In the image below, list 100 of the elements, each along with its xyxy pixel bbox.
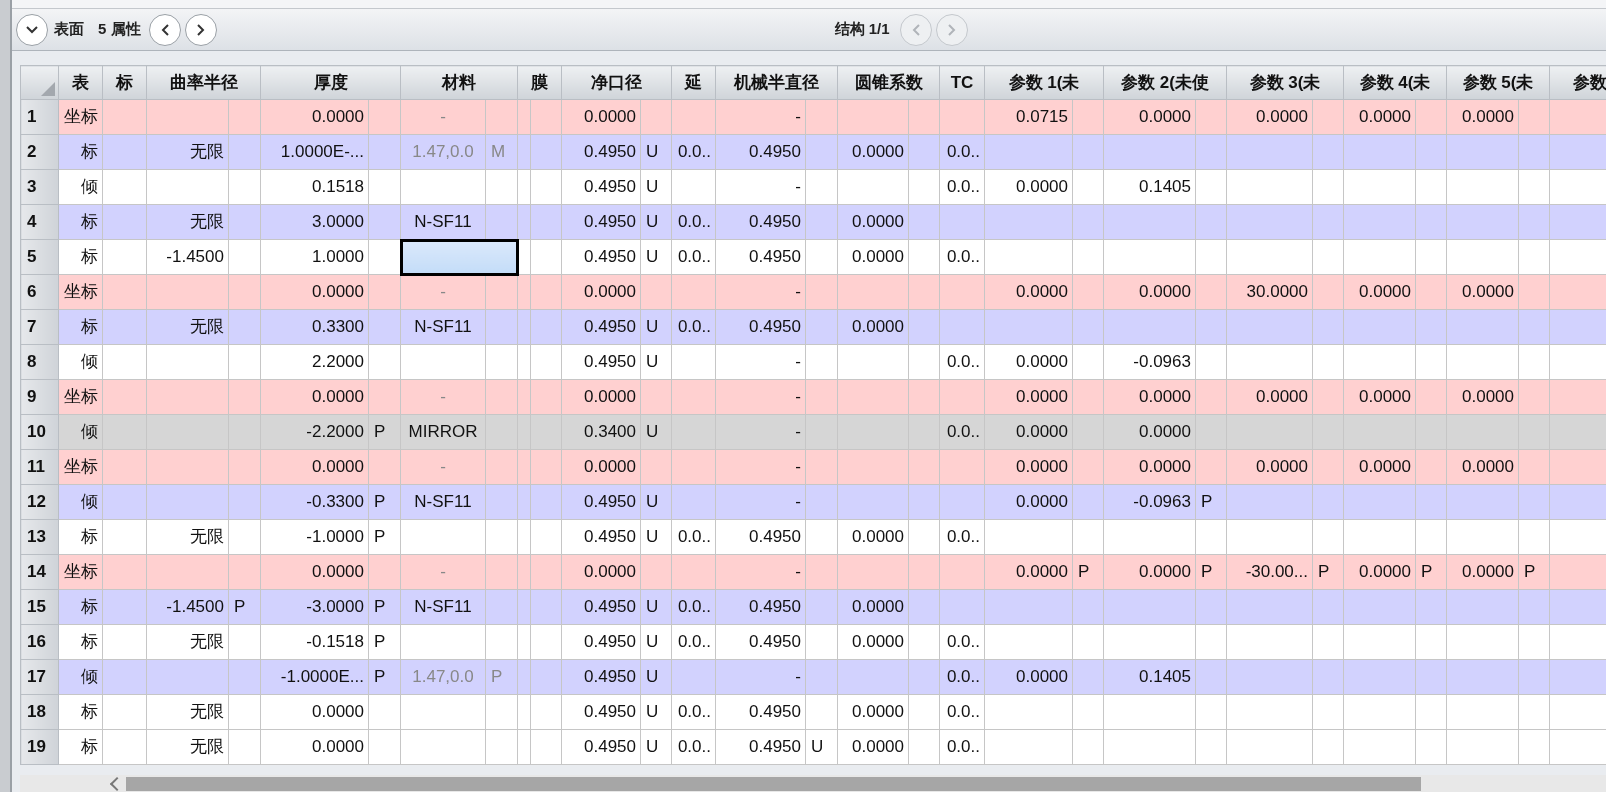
- table-cell[interactable]: 0.0000: [260, 449, 369, 485]
- solve-type-cell[interactable]: P: [228, 589, 261, 625]
- row-number[interactable]: 5: [20, 239, 59, 275]
- solve-type-cell[interactable]: U: [640, 414, 672, 450]
- table-cell[interactable]: 0.0000: [260, 274, 369, 310]
- table-cell[interactable]: 0.0..: [671, 134, 716, 170]
- table-cell[interactable]: 0.4950: [561, 659, 641, 695]
- table-cell[interactable]: 0.0000: [984, 169, 1073, 205]
- table-cell[interactable]: 0.0..: [939, 624, 985, 660]
- row-number[interactable]: 11: [20, 449, 59, 485]
- table-cell[interactable]: 倾: [58, 344, 103, 380]
- table-cell[interactable]: 标: [58, 239, 103, 275]
- table-cell[interactable]: 0.0..: [671, 204, 716, 240]
- table-cell[interactable]: -: [715, 449, 806, 485]
- column-header[interactable]: 参数 3(未: [1226, 65, 1344, 100]
- row-number[interactable]: 7: [20, 309, 59, 345]
- column-header[interactable]: 曲率半径: [146, 65, 261, 100]
- column-header[interactable]: 机械半直径: [715, 65, 838, 100]
- row-number[interactable]: 6: [20, 274, 59, 310]
- solve-type-cell[interactable]: P: [1415, 554, 1447, 590]
- table-cell[interactable]: 0.4950: [561, 239, 641, 275]
- table-cell[interactable]: -1.4500: [146, 589, 229, 625]
- table-cell[interactable]: 0.4950: [715, 519, 806, 555]
- table-cell[interactable]: -: [715, 274, 806, 310]
- row-number[interactable]: 3: [20, 169, 59, 205]
- table-cell[interactable]: -30.00...: [1226, 554, 1313, 590]
- row-number[interactable]: 2: [20, 134, 59, 170]
- table-cell[interactable]: 0.0000: [837, 589, 909, 625]
- row-number[interactable]: 1: [20, 99, 59, 135]
- table-cell[interactable]: -: [715, 99, 806, 135]
- table-cell[interactable]: 0.0000: [561, 554, 641, 590]
- row-number[interactable]: 10: [20, 414, 59, 450]
- table-cell[interactable]: 0.0..: [671, 589, 716, 625]
- table-cell[interactable]: 0.0000: [1446, 554, 1519, 590]
- column-header[interactable]: 厚度: [260, 65, 401, 100]
- table-cell[interactable]: 0.0000: [260, 99, 369, 135]
- table-cell[interactable]: 0.0..: [939, 659, 985, 695]
- solve-type-cell[interactable]: P: [368, 414, 401, 450]
- table-cell[interactable]: 0.0..: [939, 519, 985, 555]
- table-cell[interactable]: 0.0000: [1226, 449, 1313, 485]
- table-cell[interactable]: 0.0..: [939, 134, 985, 170]
- table-cell[interactable]: 0.0000: [260, 729, 369, 765]
- collapse-button[interactable]: [16, 13, 48, 46]
- table-cell[interactable]: 0.4950: [715, 309, 806, 345]
- table-cell[interactable]: 0.4950: [561, 344, 641, 380]
- table-cell[interactable]: 0.3300: [260, 309, 369, 345]
- table-cell[interactable]: N-SF11: [400, 309, 486, 345]
- table-cell[interactable]: 0.4950: [715, 694, 806, 730]
- table-cell[interactable]: 0.0000: [260, 694, 369, 730]
- solve-type-cell[interactable]: U: [640, 309, 672, 345]
- column-header[interactable]: 参数 4(未: [1343, 65, 1447, 100]
- solve-type-cell[interactable]: U: [640, 169, 672, 205]
- table-cell[interactable]: 无限: [146, 694, 229, 730]
- solve-type-cell[interactable]: P: [1195, 554, 1227, 590]
- solve-type-cell[interactable]: U: [640, 519, 672, 555]
- table-cell[interactable]: 0.0000: [837, 729, 909, 765]
- table-cell[interactable]: 无限: [146, 519, 229, 555]
- table-cell[interactable]: 0.0000: [1446, 449, 1519, 485]
- table-cell[interactable]: 0.0000: [260, 379, 369, 415]
- row-number[interactable]: 16: [20, 624, 59, 660]
- table-cell[interactable]: 0.0000: [1103, 99, 1196, 135]
- table-cell[interactable]: MIRROR: [400, 414, 486, 450]
- table-cell[interactable]: 0.0000: [1446, 274, 1519, 310]
- column-header[interactable]: 标: [102, 65, 147, 100]
- row-number[interactable]: 19: [20, 729, 59, 765]
- table-cell[interactable]: 0.4950: [561, 484, 641, 520]
- table-cell[interactable]: 0.0000: [1103, 379, 1196, 415]
- column-header[interactable]: TC: [939, 65, 985, 100]
- table-cell[interactable]: 30.0000: [1226, 274, 1313, 310]
- table-cell[interactable]: 标: [58, 694, 103, 730]
- table-cell[interactable]: 标: [58, 519, 103, 555]
- table-cell[interactable]: 0.4950: [715, 729, 806, 765]
- table-cell[interactable]: -: [715, 484, 806, 520]
- table-cell[interactable]: 标: [58, 624, 103, 660]
- table-cell[interactable]: -0.0963: [1103, 344, 1196, 380]
- row-number[interactable]: 4: [20, 204, 59, 240]
- table-cell[interactable]: 0.3400: [561, 414, 641, 450]
- table-cell[interactable]: 3.0000: [260, 204, 369, 240]
- solve-type-cell[interactable]: P: [368, 624, 401, 660]
- table-cell[interactable]: 0.0000: [837, 624, 909, 660]
- table-cell[interactable]: 0.0000: [1226, 379, 1313, 415]
- table-cell[interactable]: -1.0000E...: [260, 659, 369, 695]
- table-cell[interactable]: -: [715, 414, 806, 450]
- table-cell[interactable]: 无限: [146, 729, 229, 765]
- table-cell[interactable]: 0.0000: [1103, 554, 1196, 590]
- table-cell[interactable]: 0.0000: [561, 449, 641, 485]
- table-cell[interactable]: 0.0..: [671, 624, 716, 660]
- table-cell[interactable]: 0.1518: [260, 169, 369, 205]
- table-cell[interactable]: 0.0000: [1343, 274, 1416, 310]
- solve-type-cell[interactable]: P: [368, 589, 401, 625]
- table-cell[interactable]: 0.0000: [837, 309, 909, 345]
- row-number[interactable]: 13: [20, 519, 59, 555]
- table-cell[interactable]: 0.0..: [939, 344, 985, 380]
- table-cell[interactable]: 0.0000: [984, 274, 1073, 310]
- table-cell[interactable]: 0.0..: [939, 694, 985, 730]
- solve-type-cell[interactable]: U: [640, 694, 672, 730]
- table-cell[interactable]: 0.4950: [561, 729, 641, 765]
- table-cell[interactable]: 坐标: [58, 554, 103, 590]
- table-cell[interactable]: 倾: [58, 484, 103, 520]
- solve-type-cell[interactable]: P: [1518, 554, 1550, 590]
